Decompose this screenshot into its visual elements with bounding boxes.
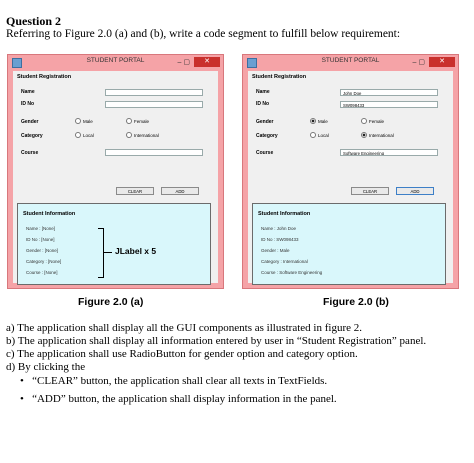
info-panel: Student Information Name : John Doe ID N… xyxy=(252,203,446,285)
course-field[interactable] xyxy=(105,149,203,156)
international-option-label: International xyxy=(134,132,159,138)
figure-a-caption: Figure 2.0 (a) xyxy=(78,296,144,308)
window-title: STUDENT PORTAL xyxy=(86,57,145,64)
requirement-b: b) The application shall display all inf… xyxy=(6,335,427,347)
radio-dot-selected xyxy=(361,132,367,138)
section-title: Student Registration xyxy=(252,74,307,80)
title-bar: STUDENT PORTAL – ▢ ✕ xyxy=(8,55,223,69)
bullet-clear-text: “CLEAR” button, the application shall cl… xyxy=(32,375,328,387)
radio-dot xyxy=(361,118,367,124)
bullet-icon: • xyxy=(20,393,24,405)
international-option-label: International xyxy=(369,132,394,138)
id-label: ID No xyxy=(21,101,35,107)
info-title: Student Information xyxy=(258,211,311,217)
name-label: Name xyxy=(21,89,35,95)
bracket-pointer xyxy=(104,252,112,253)
gender-label: Gender xyxy=(21,119,39,125)
info-line-id: ID No : [None] xyxy=(26,237,55,242)
figure-b-window: STUDENT PORTAL – ▢ ✕ Student Registratio… xyxy=(242,54,459,289)
bullet-add: • “ADD” button, the application shall di… xyxy=(20,393,337,405)
bracket xyxy=(98,228,104,278)
bullet-add-text: “ADD” button, the application shall disp… xyxy=(32,393,337,405)
course-label: Course xyxy=(21,150,39,156)
local-option-label: Local xyxy=(83,132,94,138)
id-field[interactable]: SW098433 xyxy=(340,101,438,108)
bullet-icon: • xyxy=(20,375,24,387)
info-line-category: Category : [None] xyxy=(26,259,62,264)
clear-button[interactable]: CLEAR xyxy=(116,187,154,195)
window-title: STUDENT PORTAL xyxy=(321,57,380,64)
gender-label: Gender xyxy=(256,119,274,125)
id-field[interactable] xyxy=(105,101,203,108)
radio-dot xyxy=(75,118,81,124)
section-title: Student Registration xyxy=(17,74,72,80)
male-radio[interactable]: Male xyxy=(75,118,93,124)
question-intro: Referring to Figure 2.0 (a) and (b), wri… xyxy=(6,28,401,40)
local-option-label: Local xyxy=(318,132,329,138)
radio-dot xyxy=(126,118,132,124)
close-icon[interactable]: ✕ xyxy=(429,57,455,67)
course-field[interactable]: Software Engineering xyxy=(340,149,438,156)
info-line-id: ID No : SW098433 xyxy=(261,237,299,242)
client-area: Student Registration Name ID No Gender M… xyxy=(13,71,218,285)
info-line-name: Name : [None] xyxy=(26,226,56,231)
info-title: Student Information xyxy=(23,211,76,217)
add-button[interactable]: ADD xyxy=(161,187,199,195)
local-radio[interactable]: Local xyxy=(75,132,94,138)
close-icon[interactable]: ✕ xyxy=(194,57,220,67)
course-label: Course xyxy=(256,150,274,156)
requirement-c: c) The application shall use RadioButton… xyxy=(6,348,358,360)
category-label: Category xyxy=(256,133,278,139)
title-bar: STUDENT PORTAL – ▢ ✕ xyxy=(243,55,458,69)
radio-dot xyxy=(126,132,132,138)
client-area: Student Registration Name John Doe ID No… xyxy=(248,71,453,285)
info-panel: Student Information Name : [None] ID No … xyxy=(17,203,211,285)
local-radio[interactable]: Local xyxy=(310,132,329,138)
male-option-label: Male xyxy=(318,118,328,124)
info-line-course: Course : Software Engineering xyxy=(261,270,323,275)
bullet-clear: • “CLEAR” button, the application shall … xyxy=(20,375,327,387)
name-field[interactable]: John Doe xyxy=(340,89,438,96)
jlabel-annotation: JLabel x 5 xyxy=(115,246,157,256)
international-radio[interactable]: International xyxy=(361,132,394,138)
name-field[interactable] xyxy=(105,89,203,96)
add-button[interactable]: ADD xyxy=(396,187,434,195)
id-label: ID No xyxy=(256,101,270,107)
female-option-label: Female xyxy=(369,118,385,124)
info-line-gender: Gender : Male xyxy=(261,248,290,253)
figure-a-window: STUDENT PORTAL – ▢ ✕ Student Registratio… xyxy=(7,54,224,289)
female-option-label: Female xyxy=(134,118,150,124)
radio-dot-selected xyxy=(310,118,316,124)
female-radio[interactable]: Female xyxy=(361,118,384,124)
info-line-gender: Gender : [None] xyxy=(26,248,59,253)
question-title: Question 2 xyxy=(6,14,62,28)
clear-button[interactable]: CLEAR xyxy=(351,187,389,195)
category-label: Category xyxy=(21,133,43,139)
radio-dot xyxy=(75,132,81,138)
requirement-a: a) The application shall display all the… xyxy=(6,322,362,334)
requirement-d: d) By clicking the xyxy=(6,361,86,373)
figure-b-caption: Figure 2.0 (b) xyxy=(323,296,389,308)
info-line-course: Course : [None] xyxy=(26,270,58,275)
international-radio[interactable]: International xyxy=(126,132,159,138)
minimize-maximize-icons[interactable]: – ▢ xyxy=(413,58,425,66)
info-line-category: Category : International xyxy=(261,259,308,264)
name-label: Name xyxy=(256,89,270,95)
male-radio[interactable]: Male xyxy=(310,118,328,124)
male-option-label: Male xyxy=(83,118,93,124)
radio-dot xyxy=(310,132,316,138)
info-line-name: Name : John Doe xyxy=(261,226,297,231)
female-radio[interactable]: Female xyxy=(126,118,149,124)
minimize-maximize-icons[interactable]: – ▢ xyxy=(178,58,190,66)
